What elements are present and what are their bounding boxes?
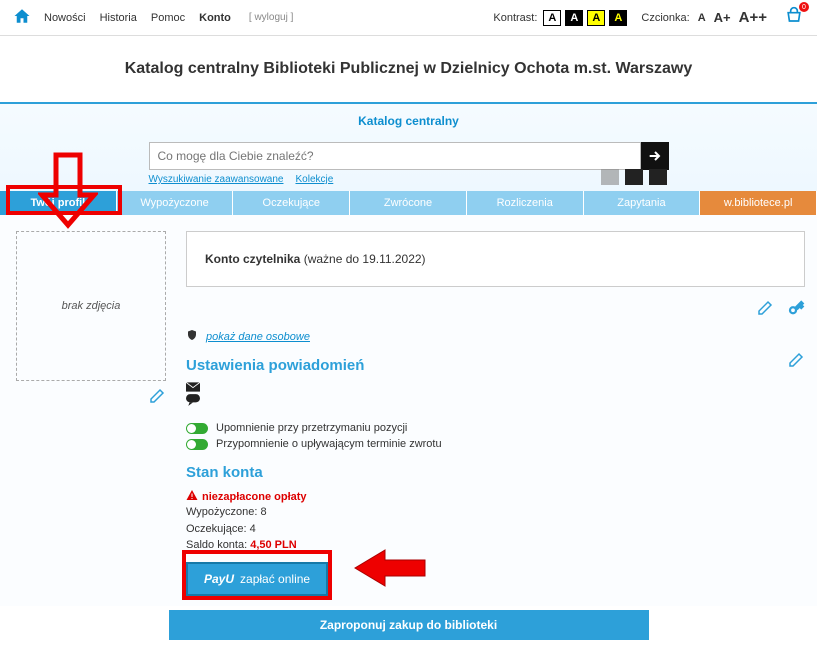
pay-online-button[interactable]: PayU zapłać online <box>186 562 328 596</box>
pay-online-label: zapłać online <box>240 572 310 586</box>
tab-oczekujace[interactable]: Oczekujące <box>233 191 350 215</box>
photo-placeholder: brak zdjęcia <box>16 231 166 381</box>
sms-icon <box>186 394 805 406</box>
tab-zwrocone[interactable]: Zwrócone <box>350 191 467 215</box>
toggle-due-label: Przypomnienie o upływającym terminie zwr… <box>216 438 442 450</box>
collections-link[interactable]: Kolekcje <box>295 174 333 185</box>
mail-icon <box>186 382 805 392</box>
basket-icon[interactable]: 0 <box>783 6 805 29</box>
nav-konto[interactable]: Konto <box>199 12 231 24</box>
contrast-black-yellow[interactable]: A <box>609 10 627 26</box>
account-label: Konto czytelnika <box>205 252 300 266</box>
account-valid-until: (ważne do 19.11.2022) <box>300 252 425 266</box>
font-size-large[interactable]: A++ <box>737 9 769 26</box>
font-size-small[interactable]: A <box>696 12 708 24</box>
tab-twoj-profil[interactable]: Twój profil <box>0 191 117 215</box>
tab-wypozyczone[interactable]: Wypożyczone <box>117 191 234 215</box>
account-validity-box: Konto czytelnika (ważne do 19.11.2022) <box>186 231 805 287</box>
saldo-value: 4,50 PLN <box>250 539 296 551</box>
view-mode-icon-1[interactable] <box>601 169 619 185</box>
balance-header: Stan konta <box>186 464 805 481</box>
font-size-medium[interactable]: A+ <box>712 10 733 25</box>
toggle-due-reminder[interactable] <box>186 439 208 450</box>
search-input[interactable] <box>149 142 641 170</box>
pending-value: 4 <box>250 523 256 535</box>
catalog-label: Katalog centralny <box>0 104 817 142</box>
pending-label: Oczekujące: <box>186 523 250 535</box>
annotation-arrow-left <box>350 548 430 588</box>
font-label: Czcionka: <box>641 12 689 24</box>
tab-rozliczenia[interactable]: Rozliczenia <box>467 191 584 215</box>
shield-icon <box>186 328 198 345</box>
view-mode-icon-2[interactable] <box>625 169 643 185</box>
key-icon[interactable] <box>787 306 805 320</box>
unpaid-fees-label: niezapłacone opłaty <box>202 491 307 503</box>
basket-badge: 0 <box>799 2 809 12</box>
contrast-normal[interactable]: A <box>543 10 561 26</box>
search-button[interactable] <box>641 142 669 170</box>
toggle-overdue-label: Upomnienie przy przetrzymaniu pozycji <box>216 422 407 434</box>
contrast-label: Kontrast: <box>493 12 537 24</box>
keyboard-icon[interactable] <box>649 169 667 185</box>
notification-settings-header: Ustawienia powiadomień <box>186 357 364 374</box>
page-title: Katalog centralny Biblioteki Publicznej … <box>0 60 817 78</box>
home-icon[interactable] <box>12 7 32 28</box>
toggle-overdue-reminder[interactable] <box>186 423 208 434</box>
nav-pomoc[interactable]: Pomoc <box>151 12 185 24</box>
logout-link[interactable]: [ wyloguj ] <box>249 12 293 23</box>
suggest-purchase-button[interactable]: Zaproponuj zakup do biblioteki <box>169 610 649 640</box>
edit-notifications-icon[interactable] <box>787 351 805 372</box>
payu-logo: PayU <box>204 572 234 586</box>
borrowed-label: Wypożyczone: <box>186 506 261 518</box>
nav-nowosci[interactable]: Nowości <box>44 12 86 24</box>
saldo-label: Saldo konta: <box>186 539 250 551</box>
show-personal-data-link[interactable]: pokaż dane osobowe <box>206 331 310 343</box>
nav-historia[interactable]: Historia <box>100 12 137 24</box>
warning-icon <box>186 489 198 504</box>
tab-zapytania[interactable]: Zapytania <box>584 191 701 215</box>
borrowed-value: 8 <box>261 506 267 518</box>
contrast-yellow[interactable]: A <box>587 10 605 26</box>
photo-placeholder-text: brak zdjęcia <box>62 300 121 312</box>
tab-wbibliotece[interactable]: w.bibliotece.pl <box>700 191 817 215</box>
advanced-search-link[interactable]: Wyszukiwanie zaawansowane <box>149 174 284 185</box>
contrast-dark[interactable]: A <box>565 10 583 26</box>
edit-photo-icon[interactable] <box>16 387 166 408</box>
edit-account-icon[interactable] <box>756 306 777 320</box>
